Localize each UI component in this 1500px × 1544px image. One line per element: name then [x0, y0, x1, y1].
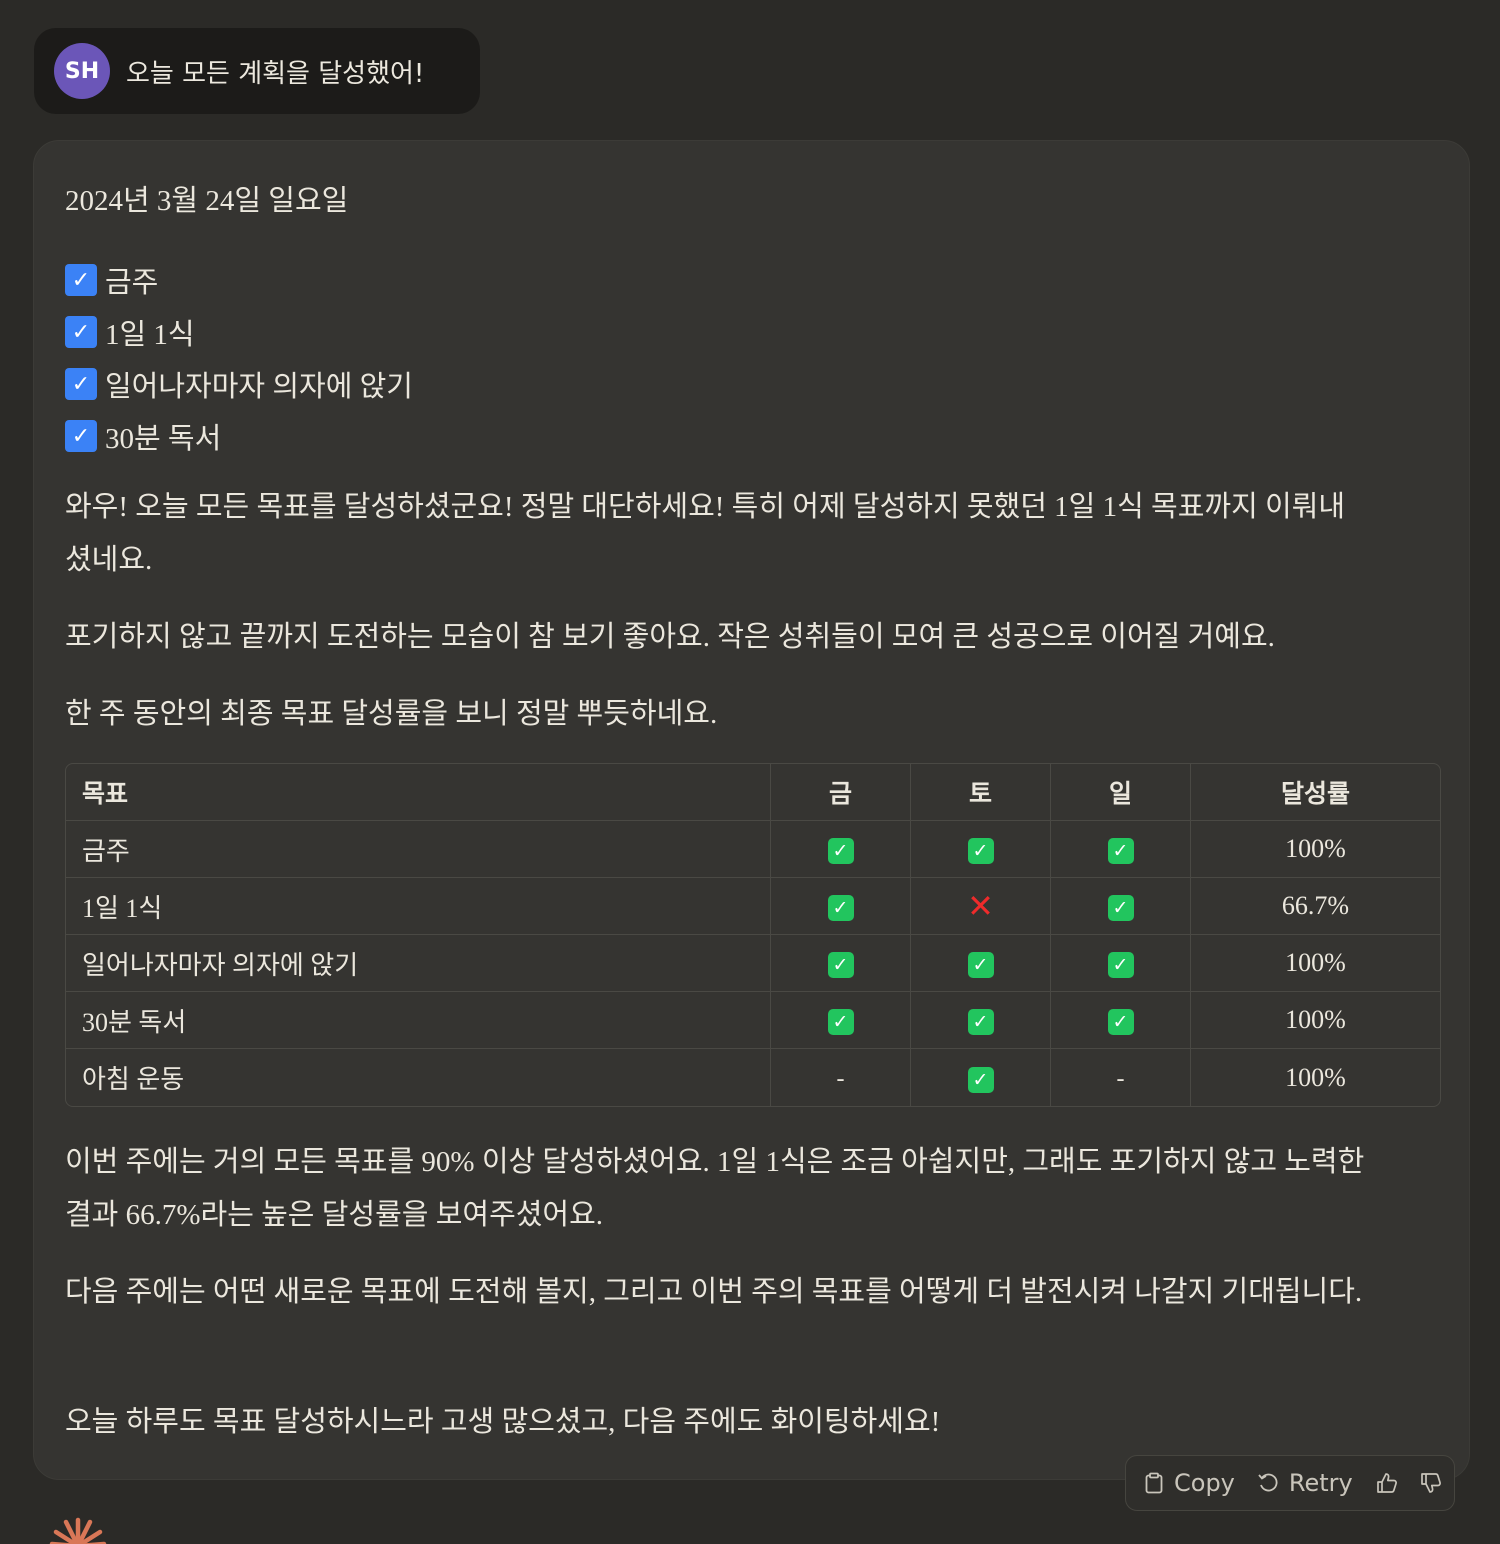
green-check-icon: ✓	[827, 952, 854, 979]
checked-checkbox-icon: ✓	[65, 368, 97, 400]
green-check-icon: ✓	[967, 1009, 994, 1036]
rate-cell: 66.7%	[1191, 878, 1440, 935]
checklist-item-label: 1일 1식	[105, 319, 195, 351]
response-paragraph: 와우! 오늘 모든 목표를 달성하셨군요! 정말 대단하세요! 특히 어제 달성…	[65, 491, 1346, 576]
green-check-icon: ✓	[967, 952, 994, 979]
green-check-icon: ✓	[967, 838, 994, 865]
user-avatar: SH	[54, 43, 110, 99]
table-header-sat: 토	[911, 764, 1051, 821]
response-paragraph: 이번 주에는 거의 모든 목표를 90% 이상 달성하셨어요. 1일 1식은 조…	[65, 1146, 1365, 1231]
checklist-item: ✓ 금주	[65, 254, 413, 306]
clipboard-icon	[1145, 1472, 1163, 1494]
table-row: 30분 독서 ✓ ✓ ✓ 100%	[66, 992, 1440, 1049]
goal-cell: 30분 독서	[66, 992, 771, 1049]
status-cell-fri: ✓	[771, 935, 911, 992]
status-cell-sat: ✓	[911, 1049, 1051, 1106]
retry-arrow-icon	[1258, 1473, 1278, 1492]
status-cell-sun: ✓	[1051, 992, 1191, 1049]
goal-cell: 일어나자마자 의자에 앉기	[66, 935, 771, 992]
rate-cell: 100%	[1285, 1062, 1346, 1092]
green-check-icon: ✓	[1107, 838, 1134, 865]
status-cell-fri: -	[771, 1049, 911, 1106]
checklist-item: ✓ 일어나자마자 의자에 앉기	[65, 358, 413, 410]
status-cell-sat: ✓	[911, 992, 1051, 1049]
green-check-icon: ✓	[1107, 895, 1134, 922]
status-cell-sun: -	[1051, 1049, 1191, 1106]
table-header-row: 목표 금 토 일 달성률	[66, 764, 1440, 821]
status-none: -	[836, 1065, 845, 1092]
status-cell-sun: ✓	[1051, 821, 1191, 878]
green-check-icon: ✓	[827, 1009, 854, 1036]
checklist-item: ✓ 30분 독서	[65, 410, 413, 462]
status-cell-sat: ✓	[911, 821, 1051, 878]
response-paragraph: 오늘 하루도 목표 달성하시느라 고생 많으셨고, 다음 주에도 화이팅하세요!	[65, 1406, 941, 1438]
copy-button[interactable]: Copy	[1144, 1469, 1235, 1497]
status-cell-sat: ✓	[911, 935, 1051, 992]
checklist-item-label: 일어나자마자 의자에 앉기	[105, 371, 413, 403]
message-action-bar: Copy Retry	[1125, 1455, 1455, 1511]
status-cell-fri: ✓	[771, 992, 911, 1049]
response-paragraph: 한 주 동안의 최종 목표 달성률을 보니 정말 뿌듯하네요.	[65, 698, 718, 730]
goal-achievement-table: 목표 금 토 일 달성률 금주 ✓ ✓ ✓ 100% 1일 1식 ✓ ✕ ✓ 66.7% 일어나자마…	[65, 763, 1441, 1107]
assistant-message-card: 2024년 3월 24일 일요일 ✓ 금주 ✓ 1일 1식 ✓ 일어나자마자 의…	[33, 140, 1470, 1480]
thumbs-down-button[interactable]	[1419, 1472, 1443, 1494]
user-message-bubble: SH 오늘 모든 계획을 달성했어!	[34, 28, 480, 114]
status-cell-fri: ✓	[771, 821, 911, 878]
rate-cell: 100%	[1191, 992, 1440, 1049]
checklist-item-label: 금주	[105, 267, 159, 299]
checklist-item-label: 30분 독서	[105, 423, 222, 455]
status-cell-sun: ✓	[1051, 878, 1191, 935]
green-check-icon: ✓	[1107, 952, 1134, 979]
goal-cell: 1일 1식	[66, 878, 771, 935]
red-x-icon: ✕	[967, 887, 994, 925]
status-cell-sat: ✕	[911, 878, 1051, 935]
table-header-rate: 달성률	[1191, 764, 1440, 821]
retry-label: Retry	[1288, 1469, 1353, 1497]
status-cell-fri: ✓	[771, 878, 911, 935]
claude-spark-icon	[49, 1517, 107, 1544]
checklist: ✓ 금주 ✓ 1일 1식 ✓ 일어나자마자 의자에 앉기 ✓ 30분 독서	[65, 254, 413, 462]
green-check-icon: ✓	[1107, 1009, 1134, 1036]
copy-label: Copy	[1174, 1469, 1235, 1497]
green-check-icon: ✓	[827, 838, 854, 865]
status-cell-sun: ✓	[1051, 935, 1191, 992]
table-row: 금주 ✓ ✓ ✓ 100%	[66, 821, 1440, 878]
green-check-icon: ✓	[967, 1066, 994, 1093]
date-heading: 2024년 3월 24일 일요일	[65, 185, 349, 217]
goal-cell: 아침 운동	[66, 1049, 771, 1106]
status-none: -	[1116, 1065, 1125, 1092]
table-row: 1일 1식 ✓ ✕ ✓ 66.7%	[66, 878, 1440, 935]
table-row: 일어나자마자 의자에 앉기 ✓ ✓ ✓ 100%	[66, 935, 1440, 992]
goal-cell: 금주	[66, 821, 771, 878]
thumbs-up-button[interactable]	[1375, 1472, 1399, 1494]
table-header-fri: 금	[771, 764, 911, 821]
checked-checkbox-icon: ✓	[65, 316, 97, 348]
table-header-sun: 일	[1051, 764, 1191, 821]
response-paragraph: 포기하지 않고 끝까지 도전하는 모습이 참 보기 좋아요. 작은 성취들이 모…	[65, 621, 1275, 653]
rate-cell: 100%	[1191, 935, 1440, 992]
checklist-item: ✓ 1일 1식	[65, 306, 413, 358]
checked-checkbox-icon: ✓	[65, 264, 97, 296]
table-header-goal: 목표	[66, 764, 771, 821]
thumbs-up-icon	[1376, 1473, 1397, 1493]
checked-checkbox-icon: ✓	[65, 420, 97, 452]
thumbs-down-icon	[1420, 1473, 1441, 1493]
retry-button[interactable]: Retry	[1257, 1469, 1353, 1497]
green-check-icon: ✓	[827, 895, 854, 922]
rate-cell: 100%	[1191, 821, 1440, 878]
user-message-text: 오늘 모든 계획을 달성했어!	[126, 58, 425, 89]
table-row: 아침 운동 - ✓ - 100%	[66, 1049, 1440, 1106]
response-paragraph: 다음 주에는 어떤 새로운 목표에 도전해 볼지, 그리고 이번 주의 목표를 …	[65, 1276, 1363, 1308]
